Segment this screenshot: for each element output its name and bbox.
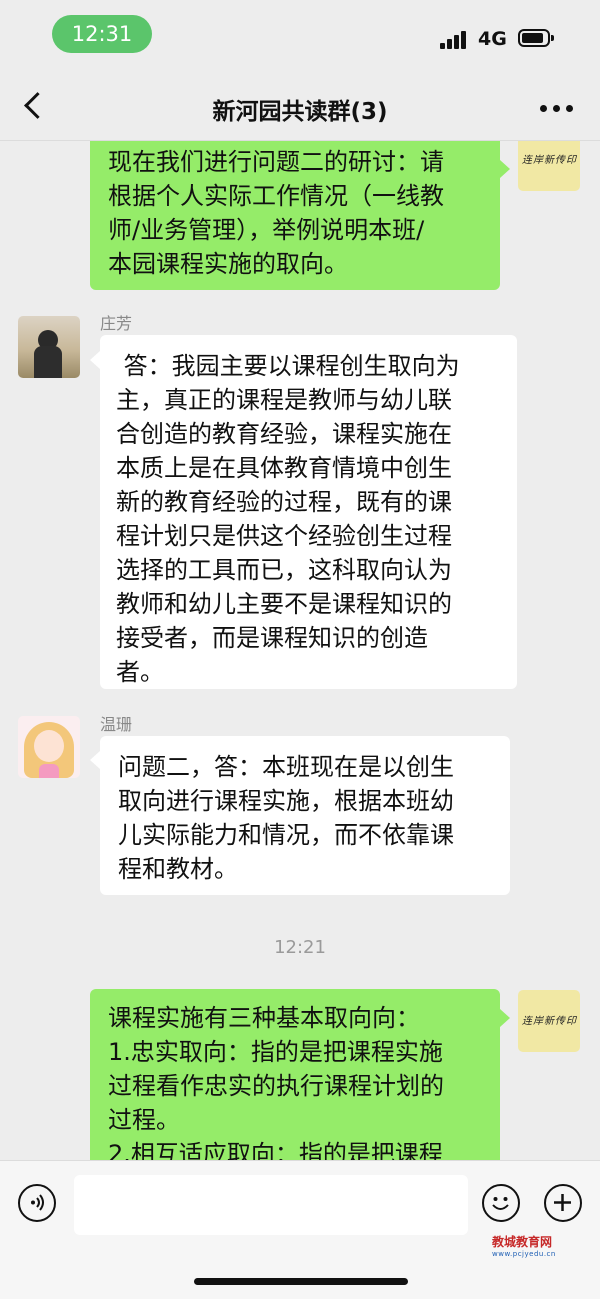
bubble-tail — [500, 160, 510, 178]
chat-message-list[interactable]: 现在我们进行问题二的研讨：请 根据个人实际工作情况（一线教 师/业务管理），举例… — [0, 141, 600, 1160]
self-avatar[interactable]: 连岸新传印 — [518, 141, 580, 191]
avatar-signature: 连岸新传印 — [522, 155, 577, 166]
watermark-name: 教城教育网 — [492, 1235, 553, 1249]
message-input[interactable] — [74, 1175, 468, 1235]
message-bubble-self[interactable]: 课程实施有三种基本取向向： 1.忠实取向：指的是把课程实施 过程看作忠实的执行课… — [90, 989, 500, 1160]
bubble-tail — [90, 751, 100, 769]
more-icon[interactable] — [540, 105, 574, 113]
sender-name: 庄芳 — [100, 314, 133, 333]
sender-name: 温珊 — [100, 715, 133, 734]
avatar-signature: 连岸新传印 — [522, 1016, 577, 1027]
home-indicator — [194, 1278, 408, 1285]
voice-icon[interactable] — [18, 1184, 56, 1222]
status-time: 12:31 — [52, 15, 152, 53]
message-bubble[interactable]: 问题二，答：本班现在是以创生 取向进行课程实施，根据本班幼 儿实际能力和情况，而… — [100, 736, 510, 895]
chat-title: 新河园共读群(3) — [212, 99, 388, 125]
bubble-tail — [500, 1009, 510, 1027]
avatar-wenshan[interactable] — [18, 716, 80, 778]
self-avatar[interactable]: 连岸新传印 — [518, 990, 580, 1052]
network-type: 4G — [478, 28, 507, 50]
watermark-url: www.pcjyedu.cn — [492, 1250, 556, 1258]
signal-icon — [440, 29, 470, 49]
time-divider: 12:21 — [274, 937, 326, 958]
avatar-zhuangfang[interactable] — [18, 316, 80, 378]
message-bubble[interactable]: 答：我园主要以课程创生取向为 主，真正的课程是教师与幼儿联 合创造的教育经验，课… — [100, 335, 517, 689]
input-bar: 教城教育网 www.pcjyedu.cn — [0, 1160, 600, 1299]
message-bubble-self[interactable]: 现在我们进行问题二的研讨：请 根据个人实际工作情况（一线教 师/业务管理），举例… — [90, 141, 500, 290]
battery-icon — [518, 29, 554, 47]
chat-header: 新河园共读群(3) — [0, 80, 600, 141]
bubble-tail — [90, 351, 100, 369]
status-bar: 12:31 4G — [0, 0, 600, 80]
plus-icon[interactable] — [544, 1184, 582, 1222]
watermark: 教城教育网 www.pcjyedu.cn — [492, 1233, 556, 1258]
emoji-icon[interactable] — [482, 1184, 520, 1222]
